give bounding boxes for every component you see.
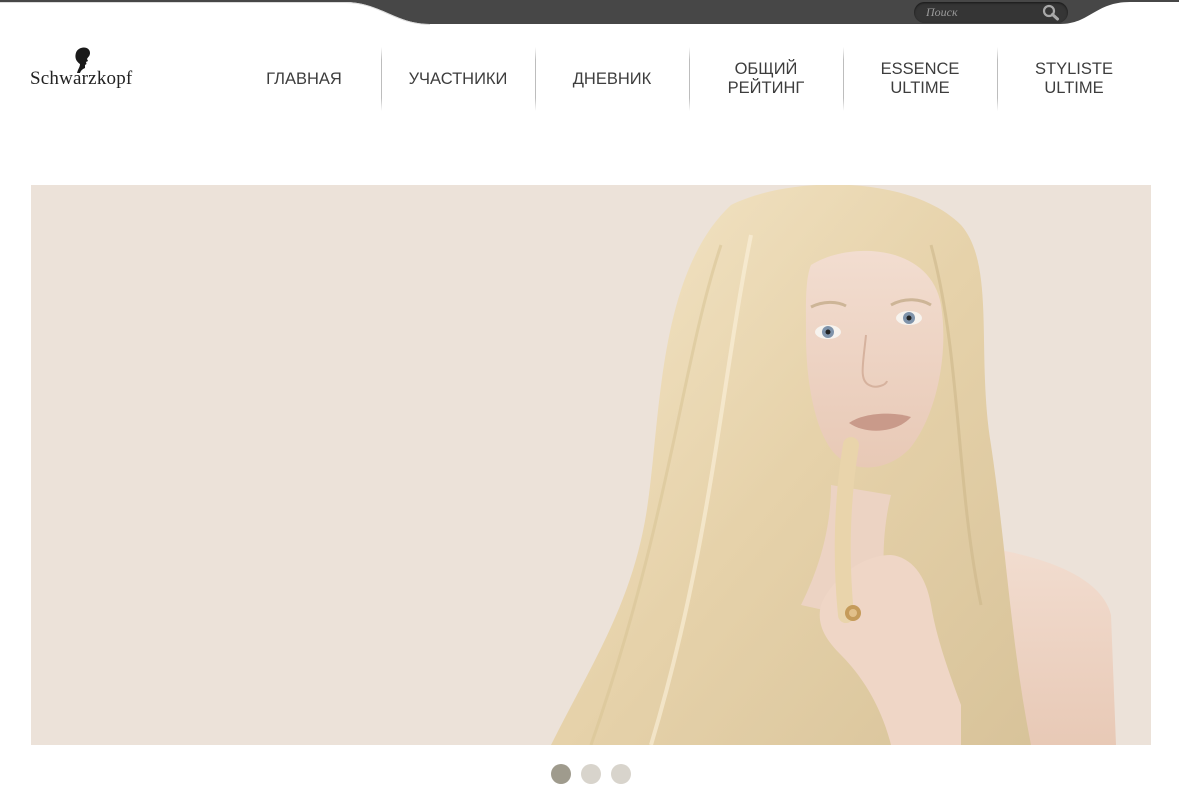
- main-nav: ГЛАВНАЯ УЧАСТНИКИ ДНЕВНИК ОБЩИЙ РЕЙТИНГ …: [227, 47, 1151, 111]
- carousel-dot-2[interactable]: [581, 764, 601, 784]
- hero-banner[interactable]: [31, 185, 1151, 745]
- carousel-dot-3[interactable]: [611, 764, 631, 784]
- nav-item-label: ДНЕВНИК: [572, 69, 652, 88]
- nav-item-label: STYLISTE ULTIME: [1035, 60, 1113, 97]
- nav-item-label: ГЛАВНАЯ: [266, 69, 342, 88]
- carousel-dot-1[interactable]: [551, 764, 571, 784]
- nav-item-participants[interactable]: УЧАСТНИКИ: [381, 47, 535, 111]
- nav-item-home[interactable]: ГЛАВНАЯ: [227, 47, 381, 111]
- nav-item-label: ESSENCE ULTIME: [880, 60, 960, 97]
- hero-image: [551, 185, 1116, 745]
- top-bar: [0, 0, 1179, 26]
- brand-name: Schwarzkopf: [30, 68, 133, 89]
- carousel-pagination: [551, 764, 631, 784]
- nav-item-label: УЧАСТНИКИ: [408, 69, 508, 88]
- search-box: [914, 2, 1068, 23]
- nav-item-overall-rating[interactable]: ОБЩИЙ РЕЙТИНГ: [689, 47, 843, 111]
- search-icon[interactable]: [1042, 4, 1060, 21]
- nav-item-essence-ultime[interactable]: ESSENCE ULTIME: [843, 47, 997, 111]
- nav-item-diary[interactable]: ДНЕВНИК: [535, 47, 689, 111]
- search-input[interactable]: [926, 4, 1038, 21]
- brand-logo[interactable]: Schwarzkopf: [30, 47, 150, 95]
- nav-item-label: ОБЩИЙ РЕЙТИНГ: [727, 60, 805, 97]
- nav-item-styliste-ultime[interactable]: STYLISTE ULTIME: [997, 47, 1151, 111]
